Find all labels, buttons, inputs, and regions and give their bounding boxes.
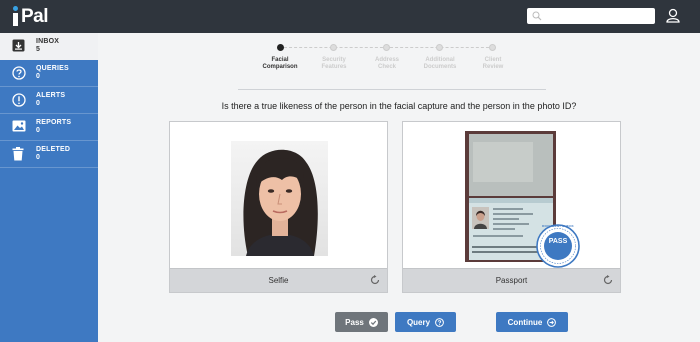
sidebar-item-count: 0 bbox=[36, 127, 40, 134]
alert-circle-icon bbox=[12, 93, 26, 107]
step-label-address-check: Address Check bbox=[374, 57, 399, 70]
selfie-caption: Selfie bbox=[268, 276, 289, 285]
selfie-card-footer: Selfie bbox=[170, 268, 387, 292]
sidebar-item-count: 0 bbox=[36, 154, 40, 161]
rotate-icon[interactable] bbox=[603, 275, 613, 285]
inbox-icon bbox=[12, 39, 25, 52]
sidebar-item-count: 5 bbox=[36, 46, 40, 53]
logo-dot bbox=[13, 6, 18, 11]
search-icon bbox=[532, 11, 542, 21]
query-button[interactable]: Query bbox=[395, 312, 456, 332]
continue-button-label: Continue bbox=[507, 317, 543, 327]
logo-bar bbox=[13, 13, 18, 26]
step-label-client-review: Client Review bbox=[482, 57, 504, 70]
divider bbox=[238, 89, 546, 90]
continue-button[interactable]: Continue bbox=[496, 312, 568, 332]
selfie-card: Selfie bbox=[169, 121, 388, 293]
pass-stamp-label: PASS bbox=[548, 238, 568, 245]
sidebar-item-reports[interactable]: REPORTS 0 bbox=[0, 114, 98, 141]
sidebar-item-count: 0 bbox=[36, 73, 40, 80]
sidebar: INBOX 5 QUERIES 0 ALERTS 0 REPORTS 0 DEL… bbox=[0, 33, 98, 342]
sidebar-item-label: QUERIES bbox=[36, 65, 69, 72]
step-label-security-features: Security Features bbox=[321, 57, 347, 70]
step-dot-address-check[interactable] bbox=[383, 44, 390, 51]
step-dot-security-features[interactable] bbox=[330, 44, 337, 51]
check-circle-icon bbox=[368, 317, 378, 327]
question-circle-icon bbox=[12, 66, 26, 80]
comparison-question: Is there a true likeness of the person i… bbox=[221, 101, 577, 111]
image-icon bbox=[12, 120, 26, 132]
step-label-facial-comparison: Facial Comparison bbox=[262, 57, 298, 70]
passport-card: PASS DOCUMENT CHECK Passport bbox=[402, 121, 621, 293]
selfie-image[interactable] bbox=[170, 122, 387, 269]
selfie-photo bbox=[231, 141, 328, 256]
sidebar-item-alerts[interactable]: ALERTS 0 bbox=[0, 87, 98, 114]
query-button-label: Query bbox=[406, 317, 431, 327]
sidebar-item-label: INBOX bbox=[36, 38, 60, 45]
sidebar-item-label: DELETED bbox=[36, 146, 71, 153]
trash-icon bbox=[12, 147, 24, 161]
step-label-additional-documents: Additional Documents bbox=[423, 57, 457, 70]
sidebar-item-queries[interactable]: QUERIES 0 bbox=[0, 60, 98, 87]
passport-card-footer: Passport bbox=[403, 268, 620, 292]
pass-button[interactable]: Pass bbox=[335, 312, 388, 332]
step-dot-client-review[interactable] bbox=[489, 44, 496, 51]
question-circle-icon bbox=[435, 317, 444, 327]
progress-stepper: Facial Comparison Security Features Addres… bbox=[250, 40, 520, 80]
step-dot-facial-comparison[interactable] bbox=[277, 44, 284, 51]
pass-stamp-ring: DOCUMENT CHECK bbox=[542, 224, 574, 228]
sidebar-item-inbox[interactable]: INBOX 5 bbox=[0, 33, 98, 60]
search-input[interactable] bbox=[527, 8, 655, 24]
passport-photo bbox=[465, 131, 580, 268]
rotate-icon[interactable] bbox=[370, 275, 380, 285]
passport-caption: Passport bbox=[495, 276, 528, 285]
arrow-circle-icon bbox=[547, 317, 557, 327]
logo-text: Pal bbox=[21, 6, 49, 27]
user-icon[interactable] bbox=[666, 8, 680, 23]
sidebar-item-deleted[interactable]: DELETED 0 bbox=[0, 141, 98, 168]
pass-button-label: Pass bbox=[345, 317, 364, 327]
passport-image[interactable]: PASS DOCUMENT CHECK bbox=[403, 122, 620, 269]
step-dot-additional-documents[interactable] bbox=[436, 44, 443, 51]
sidebar-item-count: 0 bbox=[36, 100, 40, 107]
divider bbox=[0, 167, 98, 168]
sidebar-item-label: REPORTS bbox=[36, 119, 72, 126]
sidebar-item-label: ALERTS bbox=[36, 92, 66, 99]
top-bar: Pal bbox=[0, 0, 700, 33]
main-content: Facial Comparison Security Features Addres… bbox=[98, 33, 700, 342]
